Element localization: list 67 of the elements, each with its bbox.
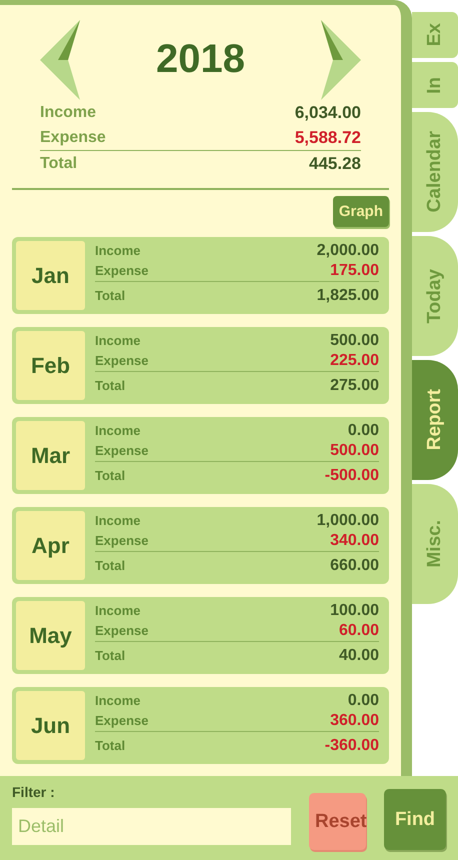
total-label: Total: [95, 557, 126, 575]
income-amount: 500.00: [330, 331, 379, 351]
income-amount: 0.00: [346, 421, 379, 441]
income-label: Income: [95, 512, 142, 530]
expense-label: Expense: [95, 711, 325, 732]
income-label: Income: [95, 332, 142, 350]
total-label: Total: [40, 154, 78, 174]
next-arrow-icon[interactable]: [318, 20, 361, 100]
month-card[interactable]: May Income 100.00 Expense 60.00 Total 40.00: [12, 597, 389, 674]
month-card[interactable]: Jun Income 0.00 Expense 360.00 Total -360.00: [12, 687, 389, 764]
total-amount: 275.00: [330, 376, 379, 396]
total-amount: -360.00: [324, 736, 379, 756]
income-label: Income: [95, 422, 142, 440]
month-card[interactable]: Apr Income 1,000.00 Expense 340.00 Total 660.00: [12, 507, 389, 584]
expense-amount: 60.00: [330, 621, 379, 642]
total-amount: 445.28: [308, 153, 361, 175]
detail-input-field[interactable]: Detail: [12, 808, 291, 845]
total-label: Total: [95, 467, 126, 485]
expense-amount: 500.00: [324, 441, 379, 462]
income-amount: 0.00: [346, 691, 379, 711]
income-label: Income: [40, 103, 98, 123]
total-amount: 1,825.00: [316, 286, 379, 306]
total-amount: 660.00: [329, 556, 379, 576]
expense-amount: 340.00: [316, 531, 379, 552]
month-label: May: [16, 601, 85, 670]
total-label: Total: [95, 287, 126, 305]
month-label: Apr: [16, 511, 85, 580]
total-amount: -500.00: [324, 466, 379, 486]
total-label: Total: [95, 737, 126, 755]
income-amount: 2,000.00: [316, 241, 379, 261]
month-label: Feb: [16, 331, 85, 400]
month-card[interactable]: Jan Income 2,000.00 Expense 175.00 Total 1,825.00: [12, 237, 389, 314]
filter-label: Filter :: [12, 784, 56, 800]
side-tab[interactable]: In: [412, 62, 458, 108]
side-tab[interactable]: Report: [412, 360, 458, 480]
income-label: Income: [95, 692, 142, 710]
income-amount: 6,034.00: [294, 102, 361, 124]
expense-label: Expense: [40, 125, 295, 151]
income-amount: 100.00: [330, 601, 379, 621]
expense-label: Expense: [95, 261, 317, 282]
expense-label: Expense: [95, 351, 330, 372]
side-tab[interactable]: Calendar: [412, 112, 458, 232]
expense-label: Expense: [95, 621, 330, 642]
previous-arrow-icon[interactable]: [40, 20, 82, 100]
month-label: Jun: [16, 691, 85, 760]
total-label: Total: [95, 377, 126, 395]
total-label: Total: [95, 647, 126, 665]
month-card[interactable]: Feb Income 500.00 Expense 225.00 Total 275.00: [12, 327, 389, 404]
expense-amount: 175.00: [316, 261, 379, 282]
income-label: Income: [95, 242, 142, 260]
expense-amount: 360.00: [324, 711, 379, 732]
month-card[interactable]: Mar Income 0.00 Expense 500.00 Total -500.00: [12, 417, 389, 494]
total-amount: 40.00: [338, 646, 379, 666]
month-label: Jan: [16, 241, 85, 310]
side-tab[interactable]: Today: [412, 236, 458, 356]
expense-label: Expense: [95, 531, 317, 552]
expense-amount: 225.00: [330, 351, 379, 372]
find-button[interactable]: Find: [384, 789, 446, 850]
month-label: Mar: [16, 421, 85, 490]
side-tab[interactable]: Misc.: [412, 484, 458, 604]
year-title: 2018: [156, 37, 245, 82]
side-tab[interactable]: Ex: [412, 12, 458, 58]
expense-label: Expense: [95, 441, 325, 462]
graph-button[interactable]: Graph: [332, 196, 389, 227]
income-amount: 1,000.00: [316, 511, 379, 531]
income-label: Income: [95, 602, 142, 620]
expense-amount: 5,588.72: [294, 125, 361, 151]
